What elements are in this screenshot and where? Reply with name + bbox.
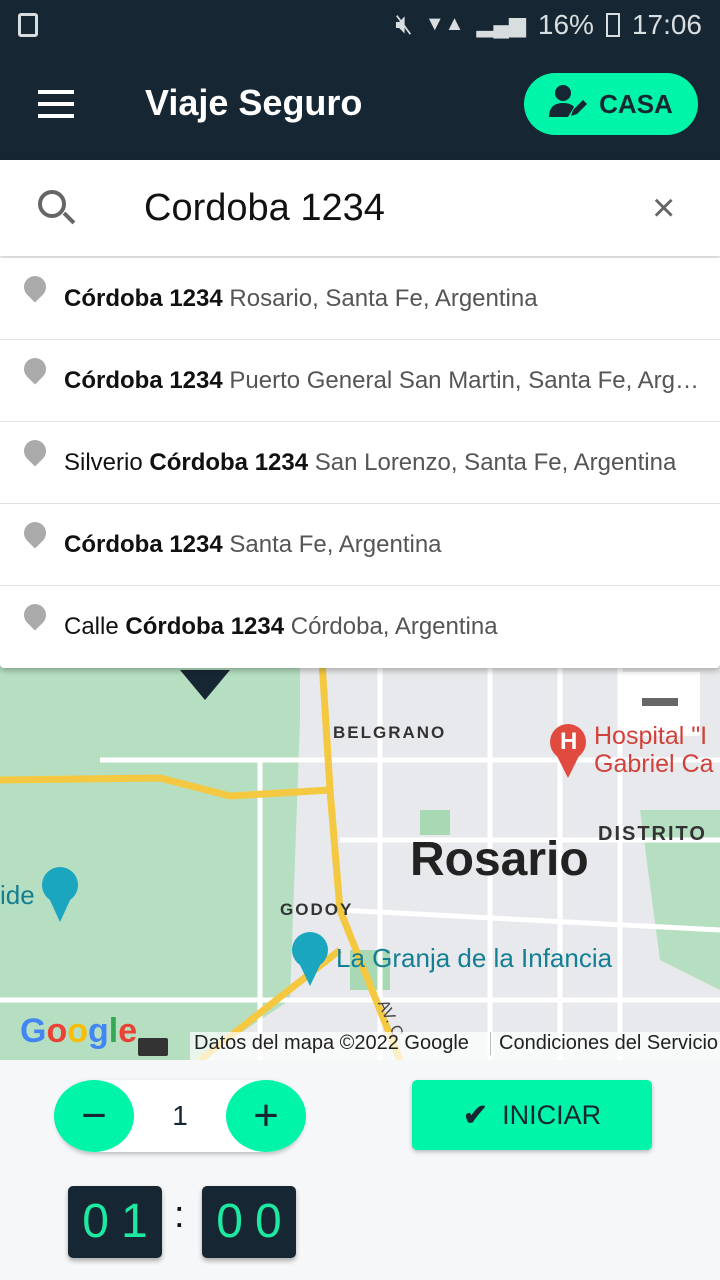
- location-pin-icon: [19, 353, 51, 385]
- map-label-rosario: Rosario: [410, 833, 589, 886]
- increment-button[interactable]: +: [226, 1080, 306, 1152]
- keyboard-icon[interactable]: [138, 1038, 168, 1056]
- map-label-hospital: Hospital "I Gabriel Ca: [594, 722, 714, 778]
- clock: 17:06: [631, 8, 702, 40]
- battery-icon: [605, 12, 620, 37]
- timer-minutes: 00: [202, 1186, 296, 1258]
- map-view[interactable]: BELGRANO Hospital "I Gabriel Ca H DISTRIT…: [0, 660, 720, 1060]
- suggestion-item[interactable]: Córdoba 1234 Santa Fe, Argentina: [0, 504, 720, 586]
- quantity-value: 1: [172, 1100, 188, 1131]
- map-label-godoy: GODOY: [280, 900, 354, 919]
- start-label: INICIAR: [502, 1099, 602, 1130]
- map-label-belgrano: BELGRANO: [333, 723, 447, 742]
- suggestion-item[interactable]: Córdoba 1234 Rosario, Santa Fe, Argentin…: [0, 258, 720, 340]
- user-edit-icon: [549, 84, 589, 125]
- timer-hours: 01: [68, 1186, 162, 1258]
- casa-button[interactable]: CASA: [524, 73, 698, 135]
- timer-separator: :: [174, 1194, 185, 1236]
- mute-icon: 🔇︎: [395, 8, 413, 39]
- decrement-button[interactable]: −: [54, 1080, 134, 1152]
- search-icon: [38, 190, 66, 218]
- app-title: Viaje Seguro: [145, 82, 363, 123]
- casa-label: CASA: [599, 88, 673, 119]
- check-icon: ✔: [462, 1098, 489, 1132]
- gallery-notification-icon: [18, 13, 38, 37]
- search-bar: ×: [0, 160, 720, 256]
- app-bar: Viaje Seguro CASA: [0, 52, 720, 160]
- location-pin-icon: [19, 271, 51, 303]
- map-attribution: Datos del mapa ©2022 Google Condiciones …: [138, 1032, 720, 1060]
- battery-percent: 16%: [537, 8, 594, 40]
- map-label-granja: La Granja de la Infancia: [336, 943, 613, 973]
- map-label-distrito: DISTRITO: [598, 823, 707, 845]
- hospital-icon: H: [560, 728, 578, 755]
- status-bar: 🔇︎ ▼▲ ▂▄▆ 16% 17:06: [0, 0, 720, 52]
- search-input[interactable]: [144, 180, 624, 236]
- suggestion-item[interactable]: Calle Córdoba 1234 Córdoba, Argentina: [0, 586, 720, 668]
- start-button[interactable]: ✔ INICIAR: [412, 1080, 652, 1150]
- terms-link[interactable]: Condiciones del Servicio: [490, 1032, 718, 1055]
- suggestion-item[interactable]: Silverio Córdoba 1234 San Lorenzo, Santa…: [0, 422, 720, 504]
- location-pin-icon: [19, 435, 51, 467]
- map-background: [0, 660, 720, 1060]
- location-pin-icon: [19, 599, 51, 631]
- google-logo: Google: [20, 1012, 138, 1050]
- wifi-icon: ▼▲: [424, 13, 465, 35]
- suggestion-item[interactable]: Córdoba 1234 Puerto General San Martin, …: [0, 340, 720, 422]
- map-label-park: ide: [0, 880, 35, 910]
- hamburger-menu-icon[interactable]: [38, 90, 74, 118]
- location-pin-icon: [19, 517, 51, 549]
- signal-icon: ▂▄▆: [476, 11, 526, 37]
- quantity-stepper: − 1 +: [54, 1080, 306, 1152]
- clear-icon[interactable]: ×: [652, 186, 675, 231]
- suggestions-list: Córdoba 1234 Rosario, Santa Fe, Argentin…: [0, 258, 720, 668]
